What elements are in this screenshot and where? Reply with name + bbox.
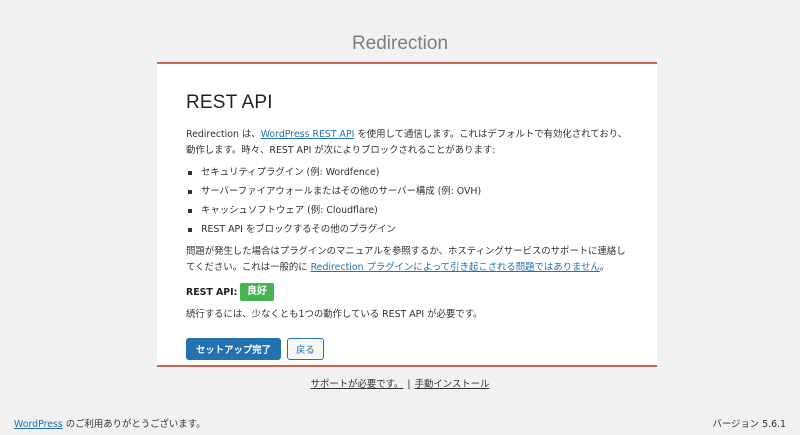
- back-button[interactable]: 戻る: [287, 338, 324, 360]
- blocker-item: キャッシュソフトウェア (例: Cloudflare): [186, 203, 634, 219]
- not-caused-by-plugin-link[interactable]: Redirection プラグインによって引き起こされる問題ではありません: [311, 262, 600, 273]
- status-badge: 良好: [240, 283, 274, 301]
- blocker-item: REST API をブロックするその他のプラグイン: [186, 222, 634, 238]
- setup-card: REST API Redirection は、WordPress REST AP…: [157, 62, 657, 367]
- app-title: Redirection: [351, 33, 449, 54]
- wordpress-link[interactable]: WordPress: [14, 419, 63, 430]
- footer-thanks-text: のご利用ありがとうございます。: [62, 419, 206, 430]
- wordpress-rest-api-link[interactable]: WordPress REST API: [261, 129, 355, 140]
- manual-install-link[interactable]: 手動インストール: [415, 379, 490, 390]
- problem-paragraph: 問題が発生した場合はプラグインのマニュアルを参照するか、ホスティングサービスのサ…: [186, 244, 634, 276]
- finish-setup-button[interactable]: セットアップ完了: [186, 338, 282, 360]
- help-link[interactable]: サポートが必要です。: [311, 379, 404, 390]
- card-content: REST API Redirection は、WordPress REST AP…: [186, 92, 634, 360]
- page-heading: REST API: [186, 92, 273, 113]
- footer-version: バージョン 5.6.1: [712, 419, 786, 430]
- blocker-list: セキュリティプラグイン (例: Wordfence) サーバーファイアウォールま…: [186, 165, 634, 238]
- continue-text: 続行するには、少なくとも1つの動作している REST API が必要です。: [186, 309, 483, 320]
- status-label: REST API:: [186, 286, 238, 298]
- rest-api-status-row: REST API: 良好: [186, 283, 634, 301]
- blocker-item: セキュリティプラグイン (例: Wordfence): [186, 165, 634, 181]
- intro-paragraph: Redirection は、WordPress REST API を使用して通信…: [186, 127, 634, 159]
- footer-thanks: WordPress のご利用ありがとうございます。: [14, 416, 205, 430]
- support-links: サポートが必要です。 | 手動インストール: [0, 376, 800, 390]
- blocker-item: サーバーファイアウォールまたはその他のサーバー構成 (例: OVH): [186, 184, 634, 200]
- button-group: セットアップ完了 戻る: [186, 338, 634, 360]
- intro-text-start: Redirection は、: [186, 129, 261, 140]
- link-separator: |: [407, 379, 411, 390]
- problem-end: 。: [599, 262, 610, 273]
